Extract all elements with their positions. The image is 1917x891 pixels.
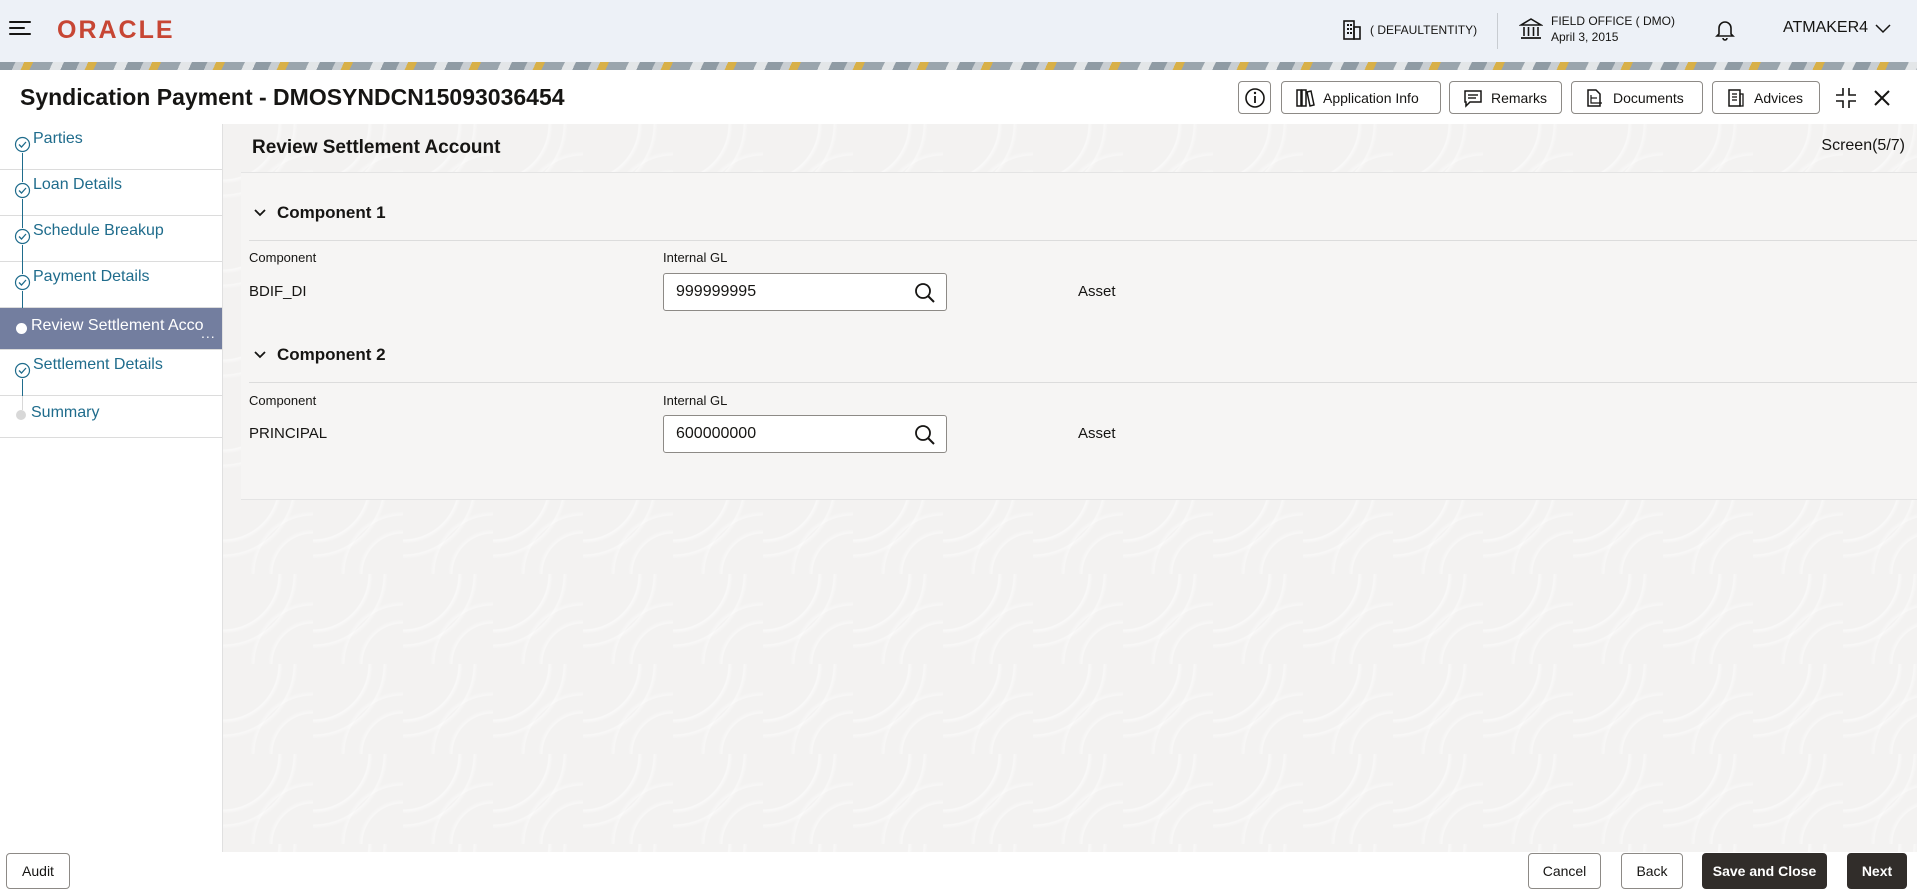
bank-icon <box>1519 18 1543 39</box>
check-circle-icon <box>14 228 31 245</box>
footer-bar: Audit Cancel Back Save and Close Next <box>0 852 1917 891</box>
sidebar-item-settlement-details[interactable]: Settlement Details <box>0 350 222 396</box>
component-1-type: Asset <box>1078 283 1116 300</box>
step-connector <box>22 199 23 216</box>
step-label: Payment Details <box>33 268 150 285</box>
top-bar: ORACLE ( DEFAULTENTITY) FIELD OFFICE ( D… <box>0 0 1917 62</box>
advices-label: Advices <box>1754 89 1804 106</box>
more-icon: ... <box>201 325 216 341</box>
documents-label: Documents <box>1613 89 1684 106</box>
divider <box>1497 13 1498 49</box>
step-label: Review Settlement Acco <box>31 317 204 334</box>
internal-gl-field-2[interactable] <box>663 415 947 453</box>
application-info-label: Application Info <box>1323 89 1419 106</box>
step-connector <box>22 396 23 410</box>
advices-button[interactable]: Advices <box>1712 81 1820 114</box>
chevron-down-icon <box>254 351 266 359</box>
step-connector <box>22 245 23 262</box>
step-connector <box>22 216 23 228</box>
step-connector <box>22 170 23 182</box>
sidebar-item-payment-details[interactable]: Payment Details <box>0 262 222 308</box>
check-circle-icon <box>14 362 31 379</box>
remarks-label: Remarks <box>1491 89 1548 106</box>
next-button[interactable]: Next <box>1847 853 1907 889</box>
internal-gl-field-1[interactable] <box>663 273 947 311</box>
main-content: Review Settlement Account Screen(5/7) Co… <box>223 124 1917 854</box>
advices-icon <box>1728 88 1744 107</box>
close-icon[interactable] <box>1869 85 1895 111</box>
audit-button[interactable]: Audit <box>6 853 70 889</box>
search-icon[interactable] <box>914 282 936 304</box>
chevron-down-icon <box>254 209 266 217</box>
chevron-down-icon <box>1875 24 1891 34</box>
oracle-logo: ORACLE <box>57 16 175 44</box>
section-title: Review Settlement Account <box>252 137 501 158</box>
active-step-dot <box>16 323 27 334</box>
search-icon[interactable] <box>914 424 936 446</box>
step-label: Settlement Details <box>33 356 163 373</box>
documents-icon <box>1587 88 1602 107</box>
collapse-icon[interactable] <box>1833 85 1859 111</box>
sidebar-item-parties[interactable]: Parties <box>0 124 222 170</box>
back-button[interactable]: Back <box>1621 853 1683 889</box>
sidebar-item-loan-details[interactable]: Loan Details <box>0 170 222 216</box>
component-2-name: PRINCIPAL <box>249 425 328 442</box>
check-circle-icon <box>14 136 31 153</box>
office-name: FIELD OFFICE ( DMO) <box>1551 14 1675 28</box>
component-1-header[interactable]: Component 1 <box>253 203 386 223</box>
remarks-button[interactable]: Remarks <box>1449 81 1562 114</box>
step-connector <box>22 262 23 274</box>
sidebar-item-schedule-breakup[interactable]: Schedule Breakup <box>0 216 222 262</box>
sidebar-item-review-settlement-account[interactable]: Review Settlement Acco ... <box>0 308 222 350</box>
screen-counter: Screen(5/7) <box>1821 137 1905 154</box>
pending-step-dot <box>16 410 26 420</box>
hamburger-menu-icon[interactable] <box>9 21 31 39</box>
internal-gl-column-label: Internal GL <box>663 393 728 408</box>
component-column-label: Component <box>249 250 317 265</box>
entity-label: ( DEFAULTENTITY) <box>1370 23 1478 37</box>
step-connector <box>22 153 23 170</box>
user-menu[interactable]: ATMAKER4 <box>1783 19 1892 37</box>
divider <box>249 240 1917 241</box>
component-1-name: BDIF_DI <box>249 283 307 300</box>
internal-gl-column-label: Internal GL <box>663 250 728 265</box>
step-connector <box>22 379 23 396</box>
component-column-label: Component <box>249 393 317 408</box>
component-2-header[interactable]: Component 2 <box>253 345 386 365</box>
page-header: Syndication Payment - DMOSYNDCN150930364… <box>0 70 1917 125</box>
info-button[interactable] <box>1238 81 1271 114</box>
header-banner-stripe <box>0 62 1917 70</box>
remarks-icon <box>1464 89 1482 108</box>
check-circle-icon <box>14 274 31 291</box>
application-info-button[interactable]: Application Info <box>1281 81 1441 114</box>
user-name: ATMAKER4 <box>1783 19 1869 36</box>
component-2-type: Asset <box>1078 425 1116 442</box>
office-selector[interactable]: FIELD OFFICE ( DMO) April 3, 2015 <box>1519 13 1675 45</box>
component-2-title: Component 2 <box>277 345 386 364</box>
application-info-icon <box>1296 88 1315 107</box>
components-panel: Component 1 Component Internal GL BDIF_D… <box>241 172 1917 500</box>
train-stop-sidebar: Parties Loan Details Schedule Breakup Pa… <box>0 124 223 854</box>
documents-button[interactable]: Documents <box>1571 81 1703 114</box>
step-label: Loan Details <box>33 176 122 193</box>
step-connector <box>22 291 23 308</box>
cancel-button[interactable]: Cancel <box>1528 853 1601 889</box>
building-icon <box>1343 20 1361 40</box>
bell-icon[interactable] <box>1714 19 1736 46</box>
sidebar-item-summary[interactable]: Summary <box>0 396 222 438</box>
step-label: Schedule Breakup <box>33 222 164 239</box>
internal-gl-input-1[interactable] <box>676 283 896 301</box>
save-and-close-button[interactable]: Save and Close <box>1702 853 1827 889</box>
component-1-title: Component 1 <box>277 203 386 222</box>
check-circle-icon <box>14 182 31 199</box>
info-icon <box>1244 87 1265 108</box>
entity-selector[interactable]: ( DEFAULTENTITY) <box>1342 19 1477 41</box>
divider <box>249 382 1917 383</box>
internal-gl-input-2[interactable] <box>676 425 896 443</box>
step-label: Summary <box>31 404 100 421</box>
page-title: Syndication Payment - DMOSYNDCN150930364… <box>20 84 565 110</box>
office-date: April 3, 2015 <box>1551 30 1619 44</box>
step-label: Parties <box>33 130 83 147</box>
